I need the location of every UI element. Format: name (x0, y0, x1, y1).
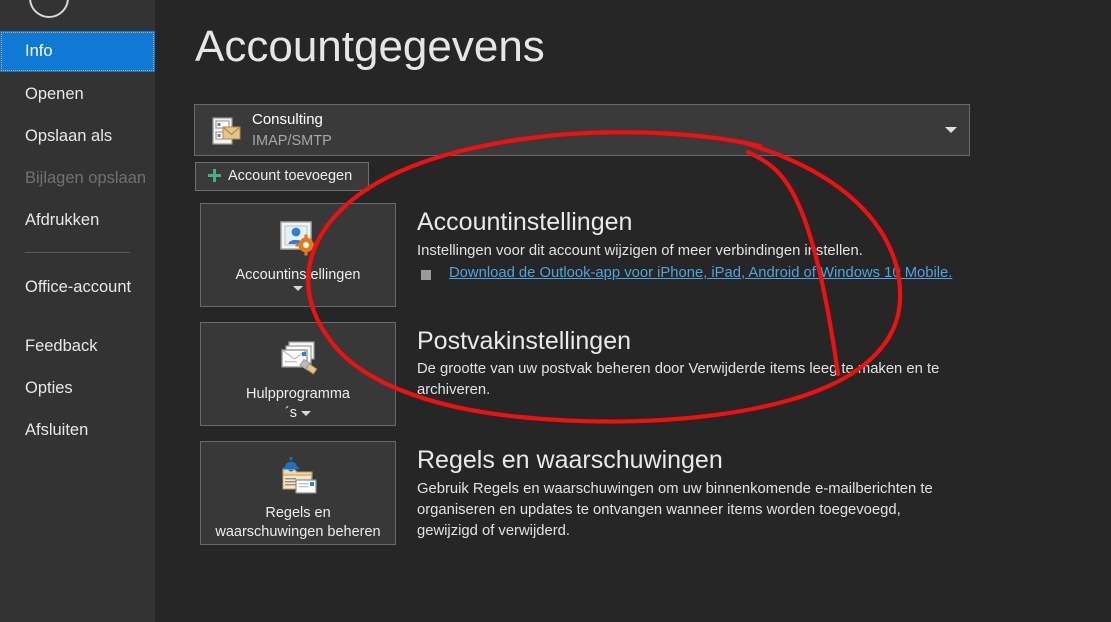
mailbox-cleanup-tile[interactable]: Hulpprogramma ´s (200, 322, 396, 426)
rules-alerts-icon (282, 457, 317, 494)
rules-alerts-tile[interactable]: Regels en waarschuwingen beheren (200, 441, 396, 545)
sidebar-item-bijlagen-opslaan: Bijlagen opslaan (0, 158, 155, 199)
section-heading: Regels en waarschuwingen (417, 446, 723, 474)
section-heading: Accountinstellingen (417, 208, 633, 236)
account-settings-tile-label: Accountinstellingen (235, 267, 361, 283)
sidebar-item-label: Feedback (25, 337, 98, 355)
sidebar-item-label: Afsluiten (25, 421, 89, 439)
sidebar-item-afdrukken[interactable]: Afdrukken (0, 200, 155, 241)
sidebar-item-label: Openen (25, 85, 84, 103)
account-selector[interactable]: Consulting IMAP/SMTP (194, 104, 970, 156)
account-settings-icon (280, 221, 317, 256)
chevron-down-icon[interactable] (945, 127, 957, 133)
sidebar-item-office-account[interactable]: Office-account (0, 272, 155, 324)
sidebar-item-label: Afdrukken (25, 211, 100, 229)
sidebar-item-info[interactable]: Info (0, 31, 155, 72)
section-description: De grootte van uw postvak beheren door V… (417, 361, 940, 398)
sidebar-item-label: Office-account (25, 278, 132, 296)
mailbox-cleanup-tile-label-cont: ´s (201, 404, 395, 423)
sidebar-item-label: Bijlagen opslaan (25, 169, 147, 187)
sidebar-item-afsluiten[interactable]: Afsluiten (0, 410, 155, 451)
section-description: Gebruik Regels en waarschuwingen om uw b… (417, 481, 933, 539)
back-button[interactable] (29, 0, 69, 18)
backstage-sidebar: Info Openen Opslaan als Bijlagen opslaan… (0, 0, 155, 622)
rules-alerts-tile-label: Regels en (265, 505, 331, 521)
account-settings-tile[interactable]: Accountinstellingen (200, 203, 396, 307)
chevron-down-icon[interactable] (301, 410, 312, 416)
mailbox-cleanup-icon (281, 341, 318, 375)
add-account-button[interactable]: Account toevoegen (195, 162, 369, 191)
backstage-main: Accountgegevens Consulting IMAP/SMTP Acc… (155, 0, 1111, 622)
rules-alerts-tile-label-cont: waarschuwingen beheren (215, 524, 381, 540)
plus-icon (207, 168, 222, 183)
section-description: Instellingen voor dit account wijzigen o… (417, 243, 863, 259)
bullet-icon (421, 270, 431, 280)
mailbox-cleanup-tile-label: Hulpprogramma (246, 386, 350, 402)
section-heading: Postvakinstellingen (417, 327, 632, 355)
sidebar-item-opties[interactable]: Opties (0, 368, 155, 409)
page-title: Accountgegevens (195, 22, 545, 71)
chevron-down-icon[interactable] (293, 286, 303, 291)
outlook-backstage-window: Info Openen Opslaan als Bijlagen opslaan… (0, 0, 1111, 622)
account-type: IMAP/SMTP (252, 133, 332, 149)
sidebar-item-label: Info (25, 42, 53, 60)
sidebar-item-feedback[interactable]: Feedback (0, 326, 155, 367)
add-account-label: Account toevoegen (228, 168, 353, 184)
sidebar-item-openen[interactable]: Openen (0, 74, 155, 115)
sidebar-item-label: Opties (25, 379, 73, 397)
sidebar-divider (25, 252, 130, 253)
mail-account-icon (212, 117, 241, 145)
sidebar-item-opslaan-als[interactable]: Opslaan als (0, 116, 155, 157)
sidebar-item-label: Opslaan als (25, 127, 113, 145)
account-name: Consulting (252, 111, 323, 128)
download-outlook-app-link[interactable]: Download de Outlook-app voor iPhone, iPa… (449, 265, 952, 281)
